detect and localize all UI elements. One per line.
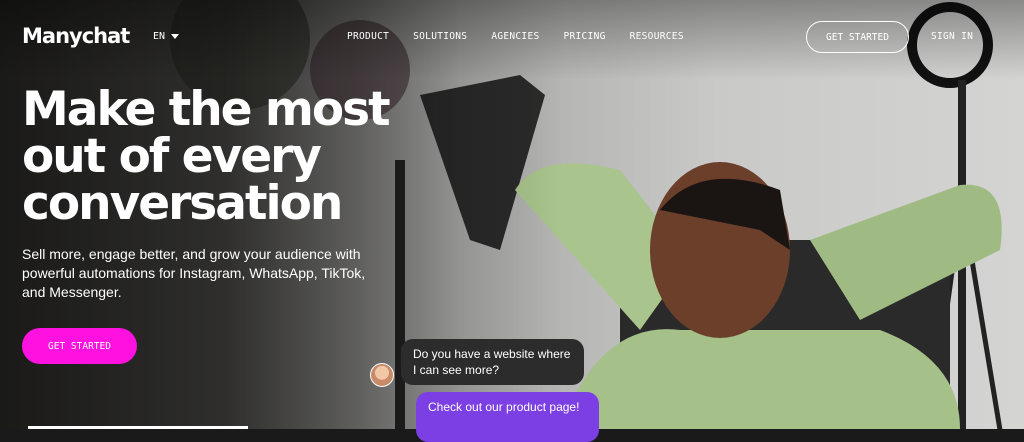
- language-label: EN: [153, 31, 166, 42]
- main-nav: PRODUCT SOLUTIONS AGENCIES PRICING RESOU…: [347, 31, 684, 42]
- hero-headline: Make the most out of every conversation: [22, 86, 452, 227]
- manychat-logo[interactable]: Manychat: [22, 24, 130, 48]
- chevron-down-icon: [171, 34, 180, 39]
- headline-line-3: conversation: [22, 176, 343, 231]
- chat-message-outgoing: Check out our product page!: [416, 392, 599, 442]
- sign-in-link[interactable]: SIGN IN: [931, 31, 973, 42]
- language-selector[interactable]: EN: [153, 31, 180, 42]
- nav-resources[interactable]: RESOURCES: [630, 31, 684, 42]
- header-get-started-button[interactable]: GET STARTED: [806, 21, 909, 53]
- hero-get-started-button[interactable]: GET STARTED: [22, 328, 137, 364]
- nav-product[interactable]: PRODUCT: [347, 31, 389, 42]
- nav-pricing[interactable]: PRICING: [563, 31, 605, 42]
- nav-solutions[interactable]: SOLUTIONS: [413, 31, 467, 42]
- hero-subtitle: Sell more, engage better, and grow your …: [22, 246, 366, 300]
- chat-message-incoming: Do you have a website where I can see mo…: [401, 339, 584, 385]
- nav-agencies[interactable]: AGENCIES: [491, 31, 539, 42]
- chat-avatar: [370, 363, 394, 387]
